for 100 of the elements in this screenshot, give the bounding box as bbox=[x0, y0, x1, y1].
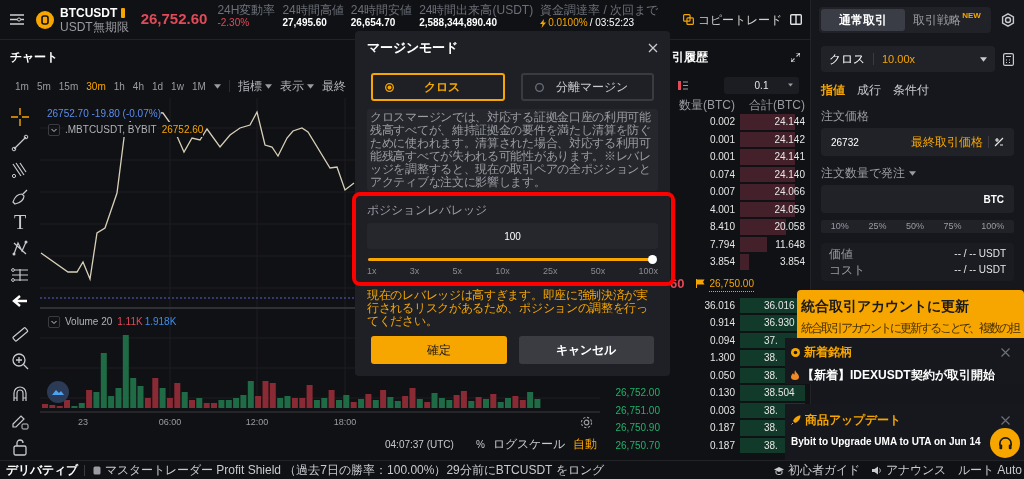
stat-value: 27,495.60 bbox=[282, 17, 328, 29]
order-type-tab[interactable]: 条件付 bbox=[893, 81, 929, 99]
menu-icon[interactable] bbox=[10, 14, 24, 25]
copy-trade-button[interactable]: コピートレード bbox=[683, 10, 782, 29]
margin-mode-option[interactable]: クロス bbox=[371, 73, 505, 101]
flag-icon bbox=[696, 279, 706, 288]
stat-label: 24時間高値 bbox=[282, 3, 344, 17]
quantity-cell-text: 0.001 bbox=[708, 150, 735, 165]
footer-link[interactable]: アナウンス bbox=[871, 461, 946, 479]
quantity-cell-text: 0.130 bbox=[708, 386, 735, 401]
field-label: 注文価格 bbox=[821, 108, 870, 125]
funding-rate: 0.0100% bbox=[548, 17, 588, 29]
calculator-icon[interactable] bbox=[1003, 52, 1014, 66]
countdown: / 03:52:23 bbox=[589, 17, 635, 29]
margin-mode-dropdown[interactable]: クロス 10.00x bbox=[821, 46, 995, 72]
price-cell-text: 26,750.70 bbox=[615, 438, 660, 453]
lock-icon[interactable] bbox=[11, 437, 29, 456]
interval-tab[interactable]: 15m bbox=[58, 78, 79, 94]
margin-mode-option[interactable]: 分離マージン bbox=[520, 73, 654, 101]
pattern-icon[interactable] bbox=[11, 239, 29, 258]
book-layout-icon[interactable] bbox=[678, 80, 688, 90]
axis-label: 12:00 bbox=[245, 416, 269, 429]
collapse-icon[interactable] bbox=[48, 315, 60, 328]
quantity-cell-text: 0.187 bbox=[708, 438, 735, 453]
caret-icon bbox=[980, 56, 987, 62]
interval-tab[interactable]: 5m bbox=[36, 78, 51, 94]
trend-line-icon[interactable] bbox=[11, 134, 29, 153]
depth-bar bbox=[740, 254, 749, 270]
book-icon[interactable] bbox=[790, 14, 802, 25]
interval-tab[interactable]: 1d bbox=[151, 78, 164, 94]
order-type-tab[interactable]: 指値 bbox=[821, 81, 845, 99]
log-scale-toggle[interactable]: ログスケール bbox=[492, 435, 565, 453]
levels-icon[interactable] bbox=[11, 265, 29, 284]
interval-tab[interactable]: 4h bbox=[132, 78, 144, 94]
column-header: 合計(BTC) bbox=[748, 96, 805, 114]
order-type-tab[interactable]: 成行 bbox=[857, 81, 881, 99]
magnet-icon[interactable] bbox=[11, 384, 29, 403]
tick-label: 10x bbox=[495, 265, 510, 278]
expand-icon[interactable] bbox=[791, 52, 800, 62]
leverage-slider[interactable] bbox=[368, 255, 657, 264]
total-cell-text: 38. bbox=[764, 368, 778, 383]
last-price: 26,752.60 bbox=[140, 9, 208, 30]
lightning-icon bbox=[540, 18, 547, 28]
toolbar-menu[interactable]: 指標 bbox=[237, 77, 272, 95]
depth-bar bbox=[740, 385, 805, 401]
quantity-cell-text: 0.002 bbox=[708, 115, 735, 130]
price-field[interactable]: 26732 最終取引価格 bbox=[821, 128, 1014, 156]
warning-text: 現在のレバレッジは高すぎます。即座に強制決済が実行されるリスクがあるため、ポジションの調整を行ってください。 bbox=[367, 288, 649, 328]
panel-title: 引履歴 bbox=[672, 49, 708, 66]
settings-icon[interactable] bbox=[580, 416, 593, 429]
interval-tab[interactable]: 1h bbox=[113, 78, 125, 94]
symbol-name[interactable]: BTCUSDT bbox=[60, 5, 118, 20]
collapse-icon[interactable] bbox=[48, 123, 60, 136]
fork-icon[interactable] bbox=[11, 160, 29, 179]
caret-icon bbox=[788, 83, 793, 87]
total-cell-text: 36.930 bbox=[764, 316, 795, 331]
total-cell-text: 3.854 bbox=[779, 255, 805, 270]
total-cell-text: 38.504 bbox=[764, 386, 795, 401]
ruler-icon[interactable] bbox=[11, 324, 29, 343]
settings-icon[interactable] bbox=[1001, 13, 1015, 27]
last-price-link[interactable]: 最終取引価格 bbox=[911, 133, 983, 151]
tick-label: 50x bbox=[590, 265, 606, 278]
quantity-field[interactable]: BTC bbox=[821, 185, 1014, 213]
field-label: 注文数量で発注 bbox=[821, 165, 905, 182]
ticker-message[interactable]: マスタートレーダー Profit Shield （過去7日の勝率：100.00%）29分前にBTCUSDT をロング bbox=[105, 461, 604, 479]
volume-value: 1.11K bbox=[117, 315, 143, 329]
notification-message[interactable]: Bybit to Upgrade UMA to UTA on Jun 14 bbox=[791, 434, 981, 449]
summary-label: 価値 bbox=[829, 246, 853, 262]
adjust-icon[interactable] bbox=[994, 137, 1004, 147]
notification-message[interactable]: 【新着】IDEXUSDT契約が取引開始 bbox=[802, 366, 995, 384]
percent-toggle[interactable]: % bbox=[475, 436, 485, 452]
interval-tab[interactable]: 1m bbox=[15, 78, 29, 94]
auto-scale-toggle[interactable]: 自動 bbox=[572, 435, 597, 453]
tick-label: 1x bbox=[367, 265, 377, 278]
quantity-cell-text: 7.794 bbox=[708, 237, 735, 252]
interval-tab[interactable]: 1w bbox=[171, 78, 184, 94]
dialog-button[interactable]: 確定 bbox=[371, 335, 507, 364]
zoom-icon[interactable] bbox=[11, 351, 29, 370]
mode-tab[interactable]: 通常取引 bbox=[821, 9, 905, 31]
step-dropdown[interactable]: 0.1 bbox=[724, 76, 799, 94]
badge-icon bbox=[791, 347, 800, 357]
summary-label: コスト bbox=[829, 262, 865, 278]
total-cell-text: 11.648 bbox=[775, 237, 805, 252]
copy-icon bbox=[683, 14, 694, 25]
total-cell-text: 24.142 bbox=[774, 132, 805, 147]
coin-icon bbox=[36, 10, 54, 29]
dialog-button[interactable]: キャンセル bbox=[518, 335, 654, 364]
quantity-cell-text: 1.300 bbox=[708, 351, 735, 366]
interval-tab[interactable]: 30m bbox=[86, 78, 106, 94]
interval-tab[interactable]: 1M bbox=[191, 78, 206, 94]
quantity-cell-text: 8.410 bbox=[708, 220, 735, 235]
leverage-field[interactable]: 100 bbox=[367, 223, 658, 249]
toolbar-menu[interactable]: 最終 bbox=[321, 77, 346, 95]
radio-icon bbox=[385, 82, 394, 92]
footer-link[interactable]: 初心者ガイド bbox=[773, 461, 860, 479]
footer-link[interactable]: ルート Auto bbox=[957, 461, 1022, 479]
toolbar-menu[interactable]: 表示 bbox=[279, 77, 314, 95]
crosshair-icon[interactable] bbox=[11, 108, 29, 127]
text-tool[interactable]: T bbox=[13, 212, 27, 233]
close-icon[interactable] bbox=[648, 43, 658, 53]
